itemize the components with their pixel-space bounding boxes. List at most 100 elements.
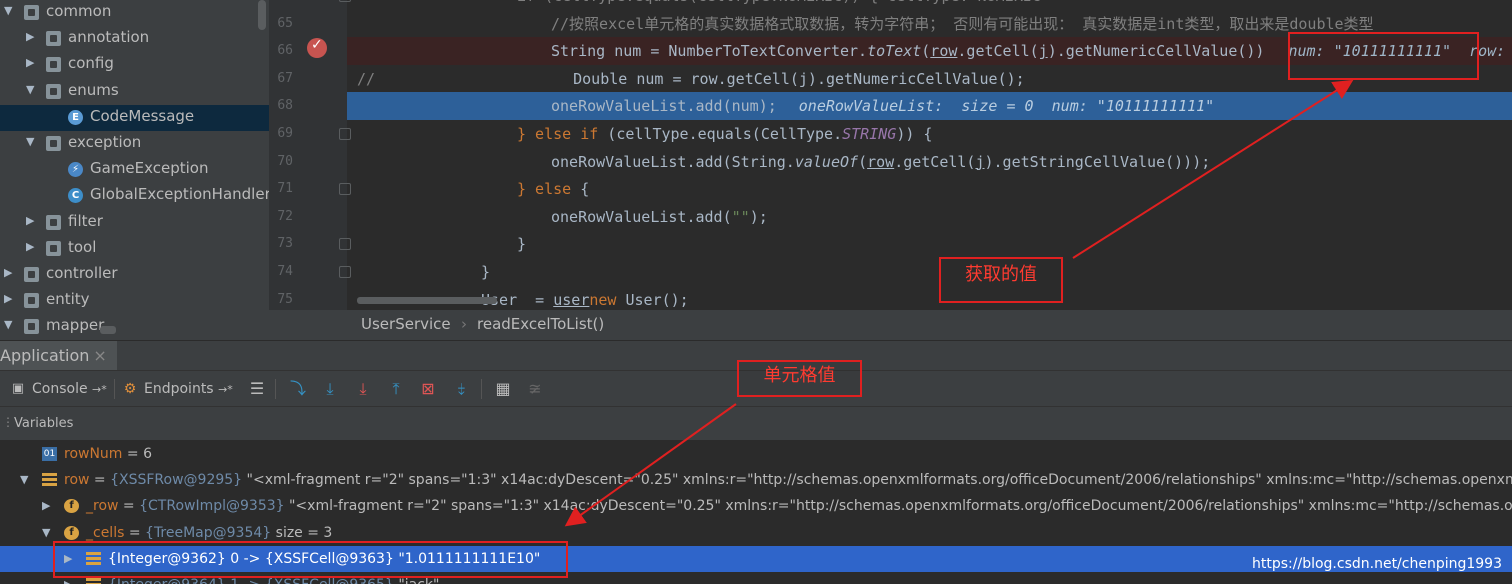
- toolbar-separator: [275, 379, 276, 399]
- step-into-icon[interactable]: ⤓: [353, 379, 373, 399]
- code-token: (cellType.equals(CellType.: [598, 125, 843, 143]
- tree-item-label: mapper: [46, 316, 105, 335]
- code-line-text: }: [517, 230, 526, 258]
- code-line[interactable]: oneRowValueList.add(String.valueOf(row.g…: [347, 148, 1512, 176]
- gutter-line[interactable]: 65: [269, 10, 347, 38]
- console-label: Console: [32, 381, 88, 397]
- line-number: 64: [269, 0, 293, 3]
- expand-arrow-down-icon[interactable]: ▼: [4, 318, 12, 331]
- folder-icon: [46, 31, 61, 47]
- variable-row[interactable]: ▼ row = {XSSFRow@9295} "<xml-fragment r="…: [0, 467, 1512, 493]
- expand-arrow-down-icon[interactable]: ▼: [20, 467, 28, 493]
- tree-item[interactable]: ▶ config: [0, 52, 269, 78]
- tree-item[interactable]: ▶ entity: [0, 288, 269, 314]
- tree-item[interactable]: E CodeMessage: [0, 104, 269, 131]
- tree-item[interactable]: ▶ controller: [0, 262, 269, 288]
- tree-item-label: controller: [46, 264, 118, 282]
- gutter-line[interactable]: 75: [269, 286, 347, 310]
- step-out-icon[interactable]: ⤒: [386, 379, 406, 399]
- code-token: }: [517, 235, 527, 254]
- expand-arrow-right-icon[interactable]: ▶: [4, 266, 12, 279]
- expand-arrow-right-icon[interactable]: ▶: [26, 214, 34, 227]
- variable-row[interactable]: ▶ f _row = {CTRowImpl@9353} "<xml-fragment…: [0, 493, 1512, 519]
- tree-scrollbar[interactable]: [258, 0, 266, 30]
- gutter-line[interactable]: 70: [269, 148, 347, 176]
- show-execution-point-icon[interactable]: ⤵: [288, 379, 308, 399]
- console-tab[interactable]: Console →*: [32, 379, 107, 399]
- code-constant: STRING: [842, 125, 897, 143]
- variable-text: row = {XSSFRow@9295} "<xml-fragment r="2…: [64, 467, 1512, 493]
- tree-item[interactable]: ▼ enums: [0, 79, 269, 105]
- line-number: 73: [277, 236, 293, 252]
- gutter-line[interactable]: 67: [269, 65, 347, 93]
- code-line[interactable]: User = usernew User();: [347, 286, 1512, 310]
- expand-arrow-right-icon[interactable]: ▶: [42, 493, 50, 519]
- variable-value: "jack": [394, 577, 439, 584]
- frames-menu-icon[interactable]: ☰: [247, 379, 267, 399]
- code-line[interactable]: }: [347, 230, 1512, 258]
- tree-item[interactable]: ⚡ GameException: [0, 157, 269, 183]
- code-line[interactable]: oneRowValueList.add(num); oneRowValueList…: [347, 92, 1512, 121]
- line-number: 69: [277, 126, 293, 141]
- variable-name: row: [64, 472, 90, 489]
- expand-arrow-right-icon[interactable]: ▶: [26, 30, 34, 43]
- drop-frame-icon[interactable]: ⊠: [418, 379, 438, 399]
- breadcrumb-class[interactable]: UserService: [361, 315, 451, 333]
- tree-item-label: annotation: [68, 28, 150, 47]
- tree-item[interactable]: ▼ exception: [0, 131, 269, 157]
- code-line-text: } else {: [517, 175, 589, 203]
- editor-horizontal-scrollbar[interactable]: [357, 297, 497, 304]
- int-icon: 01: [42, 447, 57, 461]
- gutter-line[interactable]: 74: [269, 258, 351, 286]
- expand-arrow-down-icon[interactable]: ▼: [26, 83, 34, 96]
- step-over-icon[interactable]: ⤓: [320, 379, 340, 399]
- code-keyword: new: [589, 290, 617, 309]
- tree-item[interactable]: ▶ annotation: [0, 26, 269, 52]
- tree-item-label: CodeMessage: [90, 106, 195, 125]
- expand-arrow-right-icon[interactable]: ▶: [4, 292, 12, 305]
- code-token: ).getStringCellValue()));: [984, 152, 1211, 171]
- breakpoint-icon[interactable]: [307, 37, 327, 58]
- tree-item[interactable]: ▶ filter: [0, 210, 269, 236]
- tree-item[interactable]: ▼ common: [0, 0, 269, 26]
- code-line[interactable]: if (cellType.equals(CellType.NUMERIC)) {…: [347, 0, 1512, 10]
- expand-arrow-right-icon[interactable]: ▶: [26, 56, 34, 69]
- tree-item-label: common: [46, 2, 112, 20]
- expand-arrow-down-icon[interactable]: ▼: [42, 520, 50, 546]
- gutter-line[interactable]: 71: [269, 175, 351, 203]
- tab-close-icon[interactable]: ×: [93, 346, 106, 365]
- object-icon: [42, 473, 57, 488]
- toolbar-separator: [114, 379, 115, 399]
- expand-arrow-down-icon[interactable]: ▼: [26, 135, 34, 148]
- run-to-cursor-icon[interactable]: ⤈: [451, 379, 471, 399]
- tree-item[interactable]: ▼ mapper: [0, 314, 269, 340]
- evaluate-expression-icon[interactable]: ▦: [493, 379, 513, 399]
- breadcrumb-method[interactable]: readExcelToList(): [477, 315, 604, 333]
- code-token: oneRowValueList.add(: [551, 207, 732, 226]
- code-token: {: [571, 180, 590, 199]
- tree-horizontal-scrollbar[interactable]: [100, 326, 116, 334]
- gutter-line[interactable]: 72: [269, 203, 347, 231]
- gutter-line[interactable]: 73: [269, 230, 351, 258]
- tree-item[interactable]: C GlobalExceptionHandler: [0, 183, 269, 209]
- obtained-value-label: 获取的值: [939, 257, 1063, 303]
- trace-icon: ≆: [528, 379, 542, 398]
- tab-application[interactable]: Application ×: [0, 341, 117, 371]
- code-token: oneRowValueList.add(String.: [551, 152, 795, 171]
- endpoints-tab[interactable]: Endpoints →*: [144, 379, 233, 399]
- code-token: =: [526, 290, 554, 309]
- code-keyword: } else if: [517, 125, 599, 143]
- console-icon: ▣: [11, 381, 25, 396]
- expand-arrow-down-icon[interactable]: ▼: [4, 4, 12, 17]
- code-line[interactable]: oneRowValueList.add("");: [347, 203, 1512, 231]
- gutter-line[interactable]: 69: [269, 120, 351, 148]
- code-line[interactable]: } else {: [347, 175, 1512, 203]
- gutter-line[interactable]: 64: [269, 0, 351, 10]
- tree-item[interactable]: ▶ tool: [0, 236, 269, 262]
- breadcrumb: UserService › readExcelToList(): [269, 310, 1512, 340]
- code-line[interactable]: } else if (cellType.equals(CellType.STRI…: [347, 120, 1512, 148]
- expand-arrow-right-icon[interactable]: ▶: [26, 240, 34, 253]
- variable-row[interactable]: 01 rowNum = 6: [0, 441, 1512, 467]
- code-line[interactable]: }: [347, 258, 1512, 286]
- gutter-line[interactable]: 68: [269, 92, 347, 120]
